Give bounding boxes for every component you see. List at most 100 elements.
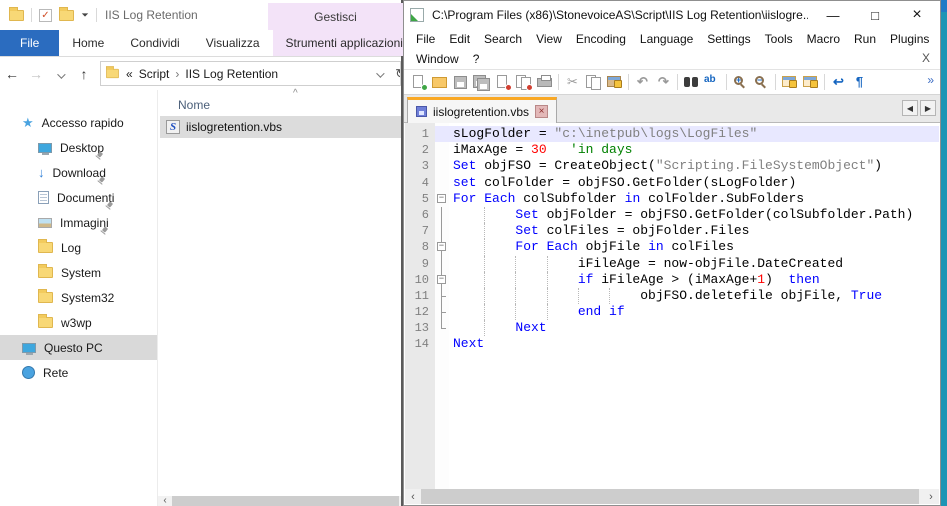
- fold-collapse-icon[interactable]: −: [435, 272, 449, 288]
- properties-icon[interactable]: ✓: [39, 9, 52, 22]
- save-all-icon[interactable]: [471, 73, 492, 91]
- breadcrumb-prefix[interactable]: «: [126, 67, 133, 81]
- scroll-left-icon[interactable]: ‹: [405, 491, 421, 503]
- menu-view[interactable]: View: [530, 31, 568, 47]
- menu-window[interactable]: Window: [410, 51, 465, 67]
- menu-run[interactable]: Run: [848, 31, 882, 47]
- ribbon-tab-visualizza[interactable]: Visualizza: [193, 30, 273, 56]
- code-line-8[interactable]: 8− For Each objFile in colFiles: [405, 239, 939, 255]
- code-line-10[interactable]: 10− if iFileAge > (iMaxAge+1) then: [405, 272, 939, 288]
- menu-search[interactable]: Search: [478, 31, 528, 47]
- code-line-12[interactable]: 12 end if: [405, 304, 939, 320]
- code-line-2[interactable]: 2iMaxAge = 30 'in days: [405, 142, 939, 158]
- code-line-6[interactable]: 6 Set objFolder = objFSO.GetFolder(colSu…: [405, 207, 939, 223]
- code-line-14[interactable]: 14Next: [405, 336, 939, 352]
- tab-close-icon[interactable]: ×: [535, 105, 548, 118]
- ribbon-tab-strumenti-applicazioni[interactable]: Strumenti applicazioni: [273, 30, 416, 56]
- replace-icon[interactable]: ab: [702, 73, 723, 91]
- sidebar-item-accesso-rapido[interactable]: ★Accesso rapido: [0, 110, 157, 135]
- sidebar-item-system32[interactable]: System32: [0, 285, 157, 310]
- fold-collapse-icon[interactable]: −: [435, 239, 449, 255]
- scroll-right-icon[interactable]: ›: [923, 491, 939, 503]
- explorer-titlebar[interactable]: ✓ IIS Log Retention Gestisci: [0, 0, 401, 30]
- paste-icon[interactable]: [604, 73, 625, 91]
- address-dropdown-chevron-icon[interactable]: [376, 67, 382, 81]
- breadcrumb-item-script[interactable]: Script: [139, 67, 170, 81]
- new-file-icon[interactable]: [408, 73, 429, 91]
- ribbon-tab-home[interactable]: Home: [59, 30, 117, 56]
- print-icon[interactable]: [534, 73, 555, 91]
- up-button[interactable]: ↑: [72, 66, 96, 82]
- code-line-1[interactable]: 1sLogFolder = "c:\inetpub\logs\LogFiles": [405, 126, 939, 142]
- show-all-chars-icon[interactable]: ¶: [849, 73, 870, 91]
- menu-settings[interactable]: Settings: [701, 31, 756, 47]
- tab-scroll-prev-icon[interactable]: ◀: [902, 100, 918, 116]
- recent-locations-chevron-icon[interactable]: [48, 66, 72, 82]
- menu-tools[interactable]: Tools: [759, 31, 799, 47]
- sidebar-item-download[interactable]: ↓Download: [0, 160, 157, 185]
- sync-h-scroll-icon[interactable]: [800, 73, 821, 91]
- sync-v-scroll-icon[interactable]: [779, 73, 800, 91]
- close-button[interactable]: ×: [900, 6, 934, 24]
- npp-titlebar[interactable]: C:\Program Files (x86)\StonevoiceAS\Scri…: [404, 1, 940, 29]
- file-list-pane[interactable]: Nome ^ S iislogretention.vbs ‹: [158, 90, 401, 506]
- save-icon[interactable]: [450, 73, 471, 91]
- sidebar-item-system[interactable]: System: [0, 260, 157, 285]
- tab-iislogretention[interactable]: iislogretention.vbs ×: [407, 97, 557, 123]
- menu-edit[interactable]: Edit: [443, 31, 476, 47]
- sidebar-item-desktop[interactable]: Desktop: [0, 135, 157, 160]
- address-bar[interactable]: « Script › IIS Log Retention ↻: [100, 61, 401, 86]
- sidebar-item-log[interactable]: Log: [0, 235, 157, 260]
- menu-language[interactable]: Language: [634, 31, 699, 47]
- cut-icon[interactable]: ✂: [562, 73, 583, 91]
- code-line-9[interactable]: 9 iFileAge = now-objFile.DateCreated: [405, 256, 939, 272]
- code-line-3[interactable]: 3Set objFSO = CreateObject("Scripting.Fi…: [405, 158, 939, 174]
- forward-button[interactable]: →: [24, 66, 48, 82]
- redo-icon[interactable]: ↷: [653, 73, 674, 91]
- customize-qat-chevron-icon[interactable]: [82, 13, 88, 16]
- code-editor[interactable]: 1sLogFolder = "c:\inetpub\logs\LogFiles"…: [405, 123, 939, 489]
- open-file-icon[interactable]: [429, 73, 450, 91]
- fold-collapse-icon[interactable]: −: [435, 191, 449, 207]
- ribbon-tab-condividi[interactable]: Condividi: [117, 30, 192, 56]
- sidebar-item-immagini[interactable]: Immagini: [0, 210, 157, 235]
- copy-icon[interactable]: [583, 73, 604, 91]
- code-line-11[interactable]: 11 objFSO.deletefile objFile, True: [405, 288, 939, 304]
- breadcrumb-item-current[interactable]: IIS Log Retention: [185, 67, 278, 81]
- refresh-icon[interactable]: ↻: [395, 66, 401, 82]
- npp-horizontal-scrollbar[interactable]: ‹ ›: [405, 489, 939, 504]
- code-line-13[interactable]: 13 Next: [405, 320, 939, 336]
- column-header-name[interactable]: Nome: [178, 98, 210, 112]
- close-doc-icon[interactable]: [492, 73, 513, 91]
- ribbon-tab-file[interactable]: File: [0, 30, 59, 56]
- undo-icon[interactable]: ↶: [632, 73, 653, 91]
- code-line-5[interactable]: 5−For Each colSubfolder in colFolder.Sub…: [405, 191, 939, 207]
- scrollbar-thumb[interactable]: [172, 496, 399, 506]
- menu-file[interactable]: File: [410, 31, 441, 47]
- word-wrap-icon[interactable]: ↩: [828, 73, 849, 91]
- sidebar-item-rete[interactable]: Rete: [0, 360, 157, 385]
- menu-help[interactable]: ?: [467, 51, 486, 67]
- minimize-button[interactable]: —: [816, 8, 850, 23]
- back-button[interactable]: ←: [0, 66, 24, 82]
- maximize-button[interactable]: □: [858, 8, 892, 23]
- menu-macro[interactable]: Macro: [801, 31, 846, 47]
- menu-plugins[interactable]: Plugins: [884, 31, 935, 47]
- code-line-4[interactable]: 4set colFolder = objFSO.GetFolder(sLogFo…: [405, 175, 939, 191]
- file-row-iislogretention[interactable]: S iislogretention.vbs: [160, 116, 401, 138]
- scrollbar-thumb[interactable]: [421, 489, 919, 504]
- sidebar-item-w3wp[interactable]: w3wp: [0, 310, 157, 335]
- tab-scroll-next-icon[interactable]: ▶: [920, 100, 936, 116]
- sidebar-item-documenti[interactable]: Documenti: [0, 185, 157, 210]
- sort-ascending-icon[interactable]: ^: [293, 88, 298, 99]
- sidebar-item-questo-pc[interactable]: Questo PC: [0, 335, 157, 360]
- toolbar-overflow-icon[interactable]: »: [927, 73, 934, 87]
- zoom-in-icon[interactable]: +: [730, 73, 751, 91]
- close-all-docs-icon[interactable]: [513, 73, 534, 91]
- find-icon[interactable]: [681, 73, 702, 91]
- menu-encoding[interactable]: Encoding: [570, 31, 632, 47]
- explorer-horizontal-scrollbar[interactable]: ‹: [158, 496, 401, 506]
- menubar-close-icon[interactable]: X: [922, 51, 930, 65]
- zoom-out-icon[interactable]: −: [751, 73, 772, 91]
- new-folder-icon[interactable]: [59, 10, 74, 21]
